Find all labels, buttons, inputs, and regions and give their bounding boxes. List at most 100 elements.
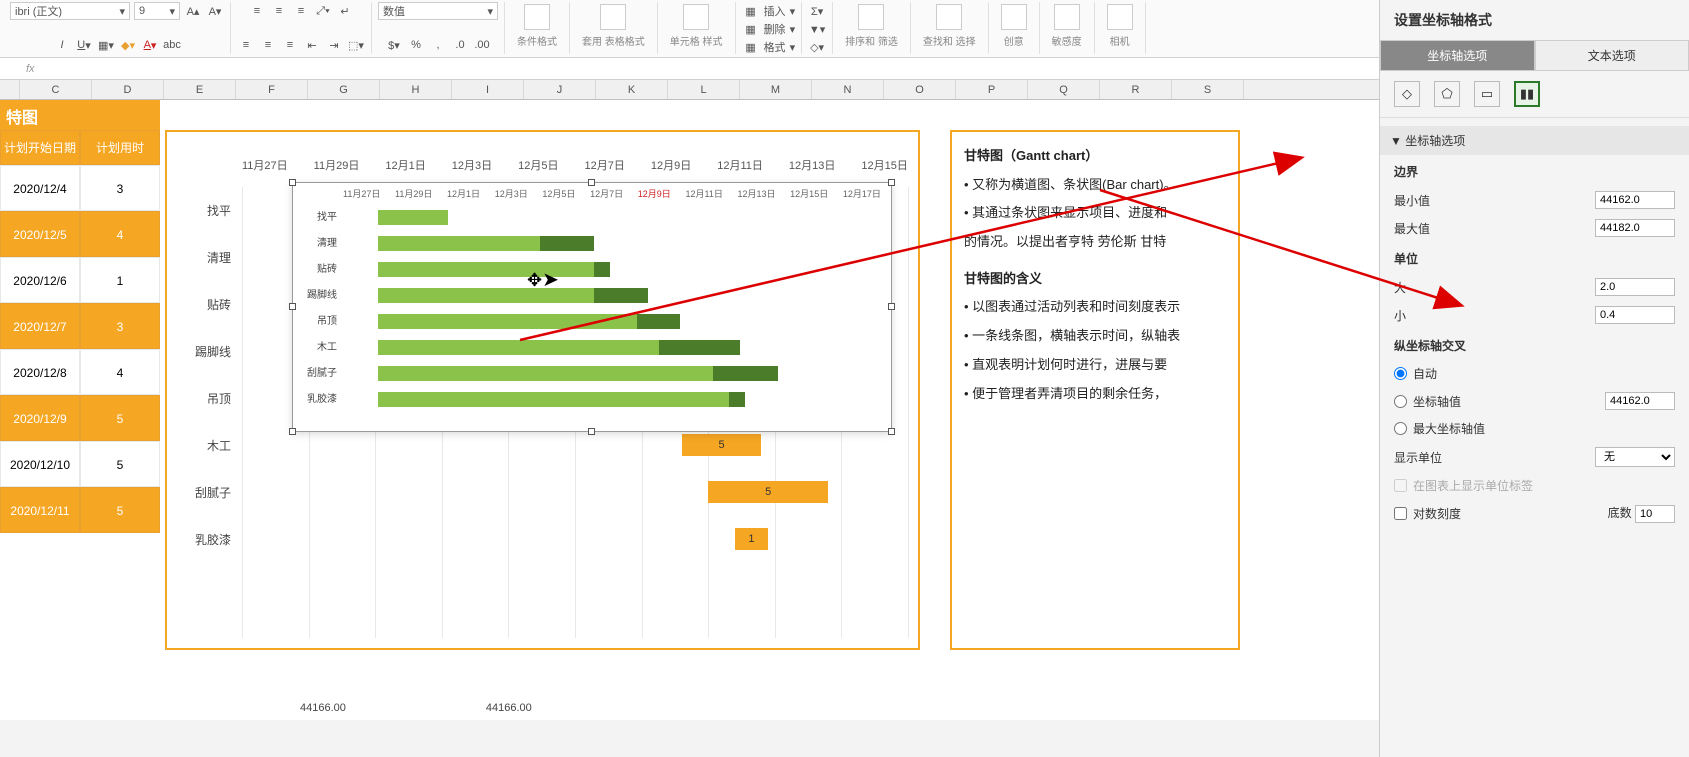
table-row[interactable]: 2020/12/105: [0, 441, 160, 487]
input-major[interactable]: [1595, 278, 1675, 296]
size-props-icon[interactable]: ▭: [1474, 81, 1500, 107]
format-icon[interactable]: ▦: [742, 38, 760, 56]
resize-handle[interactable]: [289, 428, 296, 435]
percent-icon[interactable]: %: [407, 36, 425, 54]
label-minor: 小: [1394, 307, 1406, 324]
radio-axis-value[interactable]: 坐标轴值: [1394, 393, 1461, 410]
radio-auto[interactable]: 自动: [1394, 365, 1437, 382]
sort-icon: [858, 4, 884, 30]
align-right-icon[interactable]: ≡: [281, 36, 299, 54]
orientation-icon[interactable]: ⤢▾: [314, 2, 332, 20]
input-minor[interactable]: [1595, 306, 1675, 324]
description-box: 甘特图（Gantt chart） • 又称为横道图、条状图(Bar chart)…: [950, 130, 1240, 650]
wrap-text-icon[interactable]: ↵: [336, 2, 354, 20]
border-icon[interactable]: ▦▾: [97, 36, 115, 54]
find-select-button[interactable]: 查找和 选择: [917, 2, 982, 50]
input-axis-value[interactable]: [1605, 392, 1675, 410]
inc-decimal-icon[interactable]: .0: [451, 36, 469, 54]
indent-dec-icon[interactable]: ⇤: [303, 36, 321, 54]
tab-text-options[interactable]: 文本选项: [1535, 40, 1689, 71]
resize-handle[interactable]: [888, 428, 895, 435]
radio-max-axis[interactable]: 最大坐标轴值: [1394, 420, 1485, 437]
camera-button[interactable]: 相机: [1101, 2, 1139, 50]
gantt-chart-outer[interactable]: 11月27日11月29日12月1日12月3日12月5日12月7日12月9日12月…: [165, 130, 920, 650]
label-max: 最大值: [1394, 220, 1430, 237]
label-base: 底数: [1608, 506, 1632, 520]
font-name-combo[interactable]: ibri (正文)▾: [10, 2, 130, 20]
ideas-icon: [1001, 4, 1027, 30]
indent-inc-icon[interactable]: ⇥: [325, 36, 343, 54]
font-color-icon[interactable]: A▾: [141, 36, 159, 54]
label-major: 大: [1394, 279, 1406, 296]
table-format-icon: [600, 4, 626, 30]
tab-axis-options[interactable]: 坐标轴选项: [1380, 40, 1535, 71]
input-min[interactable]: [1595, 191, 1675, 209]
underline-icon[interactable]: U▾: [75, 36, 93, 54]
axis-chart-icon[interactable]: ▮▮: [1514, 81, 1540, 107]
align-top-icon[interactable]: ≡: [248, 2, 266, 20]
table-row[interactable]: 2020/12/95: [0, 395, 160, 441]
align-left-icon[interactable]: ≡: [237, 36, 255, 54]
resize-handle[interactable]: [588, 428, 595, 435]
pane-title: 设置坐标轴格式: [1380, 0, 1689, 40]
decrease-font-icon[interactable]: A▾: [206, 2, 224, 20]
table-row[interactable]: 2020/12/61: [0, 257, 160, 303]
table-row[interactable]: 2020/12/54: [0, 211, 160, 257]
data-table: 计划开始日期 计划用时 2020/12/432020/12/542020/12/…: [0, 130, 160, 533]
comma-icon[interactable]: ,: [429, 36, 447, 54]
outer-date-labels: 11月27日11月29日12月1日12月3日12月5日12月7日12月9日12月…: [242, 157, 908, 173]
sheet-title: 特图: [0, 100, 160, 130]
insert-icon[interactable]: ▦: [742, 2, 760, 20]
table-row[interactable]: 2020/12/73: [0, 303, 160, 349]
align-bottom-icon[interactable]: ≡: [292, 2, 310, 20]
currency-icon[interactable]: $▾: [385, 36, 403, 54]
embedded-chart-selected[interactable]: 11月27日11月29日12月1日12月3日12月5日12月7日12月9日12月…: [292, 182, 892, 432]
input-max[interactable]: [1595, 219, 1675, 237]
select-display-unit[interactable]: 无: [1595, 447, 1675, 467]
italic-icon[interactable]: I: [53, 36, 71, 54]
effects-icon[interactable]: ⬠: [1434, 81, 1460, 107]
fx-label: fx: [26, 63, 35, 75]
cell-style-button[interactable]: 单元格 样式: [664, 2, 729, 50]
cell-style-icon: [683, 4, 709, 30]
sensitivity-button[interactable]: 敏感度: [1046, 2, 1088, 50]
dec-decimal-icon[interactable]: .00: [473, 36, 491, 54]
label-display-unit: 显示单位: [1394, 449, 1442, 466]
check-log-scale[interactable]: 对数刻度: [1394, 505, 1461, 522]
table-row[interactable]: 2020/12/115: [0, 487, 160, 533]
merge-icon[interactable]: ⬚▾: [347, 36, 365, 54]
autosum-icon[interactable]: Σ▾: [808, 2, 826, 20]
resize-handle[interactable]: [888, 179, 895, 186]
units-heading: 单位: [1394, 250, 1675, 267]
ideas-button[interactable]: 创意: [995, 2, 1033, 50]
clear-icon[interactable]: ◇▾: [808, 38, 826, 56]
phonetic-icon[interactable]: abc: [163, 36, 181, 54]
fill-line-icon[interactable]: ◇: [1394, 81, 1420, 107]
number-format-combo[interactable]: 数值▾: [378, 2, 498, 20]
fill-icon[interactable]: ▼▾: [808, 20, 826, 38]
check-show-label: 在图表上显示单位标签: [1394, 477, 1533, 494]
resize-handle[interactable]: [588, 179, 595, 186]
th-duration: 计划用时: [80, 130, 160, 165]
increase-font-icon[interactable]: A▴: [184, 2, 202, 20]
section-axis-options[interactable]: ▼ 坐标轴选项: [1380, 126, 1689, 155]
align-middle-icon[interactable]: ≡: [270, 2, 288, 20]
table-format-button[interactable]: 套用 表格格式: [576, 2, 651, 50]
cond-format-button[interactable]: 条件格式: [511, 2, 563, 50]
sort-filter-button[interactable]: 排序和 筛选: [839, 2, 904, 50]
label-min: 最小值: [1394, 192, 1430, 209]
find-icon: [936, 4, 962, 30]
delete-icon[interactable]: ▦: [742, 20, 760, 38]
table-row[interactable]: 2020/12/43: [0, 165, 160, 211]
footer-numbers: 44166.0044166.00: [300, 702, 532, 714]
table-row[interactable]: 2020/12/84: [0, 349, 160, 395]
outer-y-labels: 找平清理贴砖踢脚线吊顶木工刮腻子乳胶漆: [177, 187, 237, 563]
input-base[interactable]: [1635, 505, 1675, 523]
resize-handle[interactable]: [888, 303, 895, 310]
font-size-combo[interactable]: 9▾: [134, 2, 180, 20]
inner-y-labels: 找平清理贴砖踢脚线吊顶木工刮腻子乳胶漆: [293, 205, 341, 413]
resize-handle[interactable]: [289, 179, 296, 186]
fill-color-icon[interactable]: ◆▾: [119, 36, 137, 54]
cond-format-icon: [524, 4, 550, 30]
align-center-icon[interactable]: ≡: [259, 36, 277, 54]
